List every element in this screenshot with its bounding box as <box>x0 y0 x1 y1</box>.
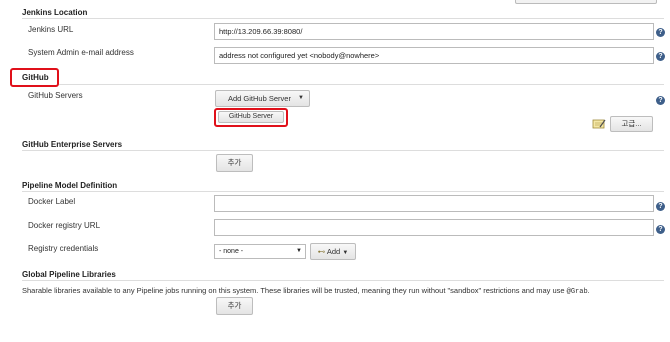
add-credentials-button[interactable]: ⊷ Add ▼ <box>310 243 356 260</box>
section-title-github: GitHub <box>22 73 49 82</box>
advanced-button[interactable]: 고급... <box>610 116 653 132</box>
divider <box>22 150 664 151</box>
admin-email-label: System Admin e-mail address <box>28 48 134 57</box>
key-icon: ⊷ <box>317 247 326 256</box>
docker-registry-url-input[interactable] <box>214 219 654 236</box>
divider <box>59 84 664 85</box>
help-icon[interactable]: ? <box>656 225 665 234</box>
registry-credentials-selected: - none - <box>219 248 244 255</box>
help-icon[interactable]: ? <box>656 28 665 37</box>
registry-credentials-select[interactable]: - none - ▼ <box>214 244 306 259</box>
add-enterprise-server-button[interactable]: 추가 <box>216 154 253 172</box>
add-github-server-button[interactable]: Add GitHub Server ▼ <box>215 90 310 107</box>
section-title-pipeline-model: Pipeline Model Definition <box>22 181 118 190</box>
github-server-menu-item[interactable]: GitHub Server <box>218 111 284 123</box>
section-title-global-libraries: Global Pipeline Libraries <box>22 270 116 279</box>
divider <box>22 18 664 19</box>
jenkins-url-input[interactable]: http://13.209.66.39:8080/ <box>214 23 654 40</box>
help-icon[interactable]: ? <box>656 52 665 61</box>
edit-notepad-icon[interactable] <box>592 118 606 129</box>
chevron-down-icon: ▼ <box>296 248 302 254</box>
registry-credentials-label: Registry credentials <box>28 244 99 253</box>
docker-label-input[interactable] <box>214 195 654 212</box>
divider <box>22 191 664 192</box>
github-servers-label: GitHub Servers <box>28 91 83 100</box>
global-libraries-description-text: Sharable libraries available to any Pipe… <box>22 286 567 295</box>
add-library-button[interactable]: 추가 <box>216 297 253 315</box>
section-title-jenkins-location: Jenkins Location <box>22 8 88 17</box>
grab-code: @Grab <box>566 288 588 296</box>
chevron-down-icon: ▼ <box>342 250 349 256</box>
add-credentials-label: Add <box>326 247 341 256</box>
chevron-down-icon: ▼ <box>298 95 304 101</box>
global-libraries-description-end: . <box>587 286 590 295</box>
top-button-partial[interactable] <box>515 0 657 4</box>
add-github-server-label: Add GitHub Server <box>228 94 291 103</box>
admin-email-input[interactable]: address not configured yet <nobody@nowhe… <box>214 47 654 64</box>
divider <box>22 280 664 281</box>
help-icon[interactable]: ? <box>656 202 665 211</box>
global-libraries-description: Sharable libraries available to any Pipe… <box>22 286 590 296</box>
section-title-github-enterprise: GitHub Enterprise Servers <box>22 140 123 149</box>
jenkins-url-label: Jenkins URL <box>28 25 74 34</box>
help-icon[interactable]: ? <box>656 96 665 105</box>
docker-registry-url-label: Docker registry URL <box>28 221 101 230</box>
docker-label-label: Docker Label <box>28 197 76 206</box>
